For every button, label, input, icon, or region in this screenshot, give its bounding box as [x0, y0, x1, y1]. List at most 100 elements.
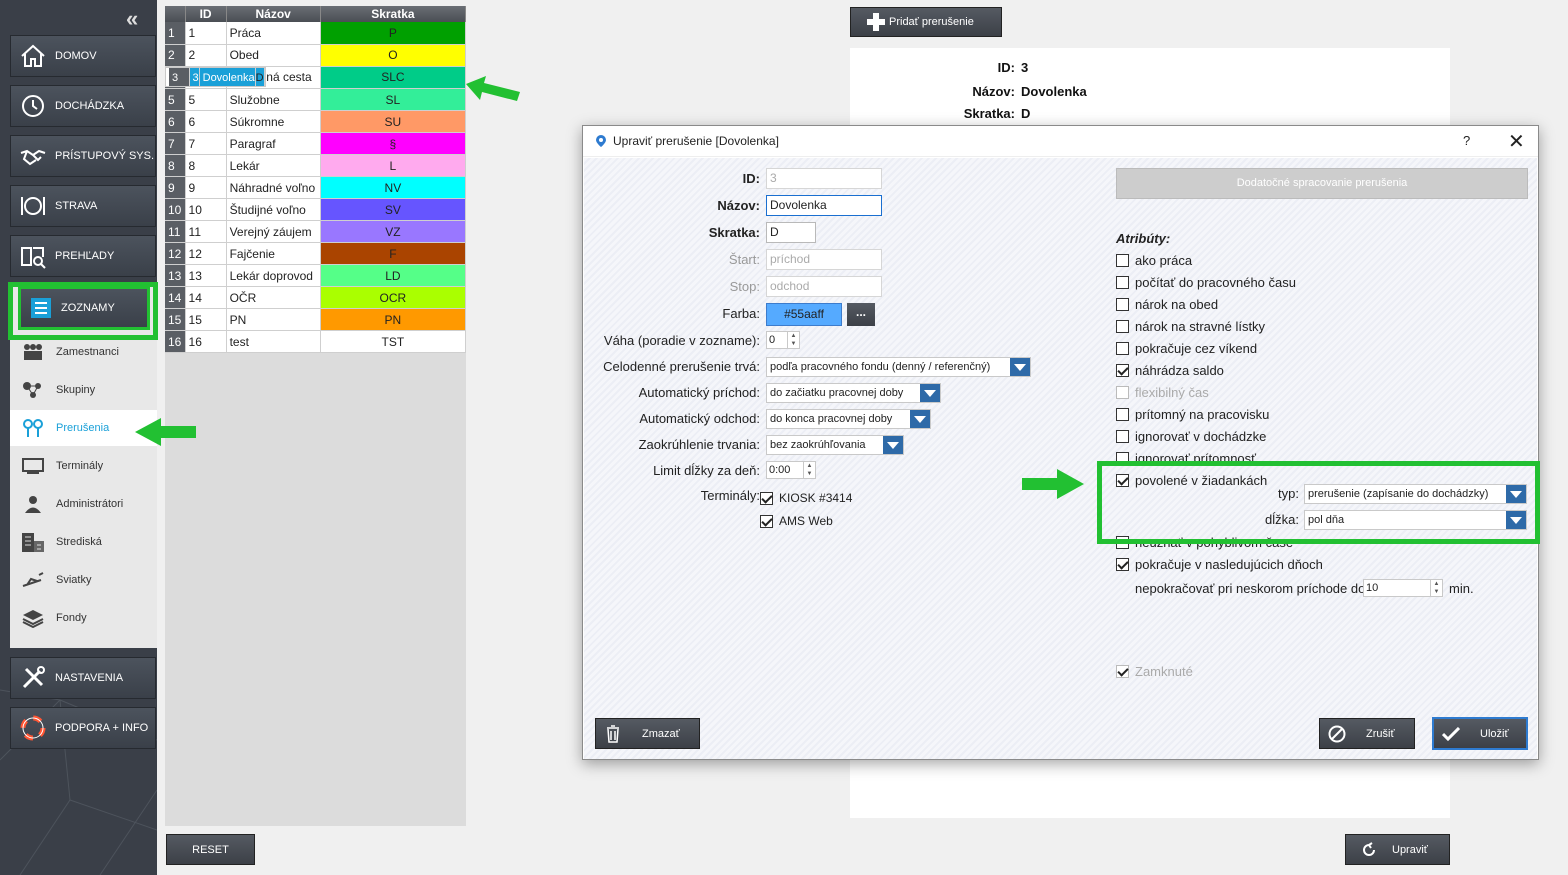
- checkbox-box[interactable]: [760, 491, 773, 505]
- cell-abbr[interactable]: SL: [320, 88, 467, 111]
- cell-abbr[interactable]: L: [320, 154, 467, 177]
- terminal-amsweb-checkbox[interactable]: AMS Web: [760, 514, 833, 528]
- cell-id[interactable]: 8: [185, 154, 227, 177]
- cell-id[interactable]: 1: [185, 22, 227, 45]
- cell-name[interactable]: Lekár doprovod: [226, 264, 321, 287]
- table-row[interactable]: 11 11 Verejný záujem VZ: [165, 220, 467, 243]
- table-row[interactable]: 12 12 Fajčenie F: [165, 242, 467, 265]
- spin-arrows[interactable]: ▲ ▼: [787, 332, 799, 348]
- checkbox-box[interactable]: [1116, 254, 1129, 267]
- checkbox-box[interactable]: [760, 514, 773, 528]
- cell-id[interactable]: 6: [185, 110, 227, 133]
- checkbox-box[interactable]: [1116, 298, 1129, 311]
- table-row[interactable]: 6 6 Súkromne SU: [165, 110, 467, 133]
- cell-abbr[interactable]: P: [320, 22, 467, 45]
- weight-spinner[interactable]: 0 ▲ ▼: [766, 331, 800, 349]
- subnav-sviatky[interactable]: Sviatky: [10, 562, 157, 598]
- subnav-fondy[interactable]: Fondy: [10, 600, 157, 636]
- subnav-terminaly[interactable]: Terminály: [10, 448, 157, 484]
- cell-id[interactable]: 7: [185, 132, 227, 155]
- table-row[interactable]: 8 8 Lekár L: [165, 154, 467, 177]
- cell-name[interactable]: Služobne: [226, 88, 321, 111]
- column-header-name[interactable]: Názov: [226, 6, 321, 22]
- collapse-sidebar-button[interactable]: «: [126, 6, 139, 32]
- cell-id[interactable]: 15: [185, 308, 227, 331]
- cell-id[interactable]: 12: [185, 242, 227, 265]
- nav-strava[interactable]: STRAVA: [10, 185, 156, 227]
- cell-abbr[interactable]: TST: [320, 330, 467, 353]
- cell-name[interactable]: Súkromne: [226, 110, 321, 133]
- cell-name[interactable]: Náhradné voľno: [226, 176, 321, 199]
- subnav-skupiny[interactable]: Skupiny: [10, 372, 157, 408]
- checkbox-box[interactable]: [1116, 430, 1129, 443]
- cell-id[interactable]: 14: [185, 286, 227, 309]
- attr-checkbox[interactable]: pokračuje cez víkend: [1116, 341, 1257, 356]
- noncontinue-spinner[interactable]: 10 ▲ ▼: [1363, 579, 1443, 597]
- cell-abbr[interactable]: SU: [320, 110, 467, 133]
- cell-abbr[interactable]: §: [320, 132, 467, 155]
- attr-checkbox[interactable]: nárok na obed: [1116, 297, 1218, 312]
- checkbox-box[interactable]: [1116, 276, 1129, 289]
- table-row[interactable]: 7 7 Paragraf §: [165, 132, 467, 155]
- chevron-down-icon[interactable]: [910, 410, 930, 428]
- cell-name[interactable]: OČR: [226, 286, 321, 309]
- cell-id[interactable]: 3: [189, 67, 200, 86]
- subnav-administratori[interactable]: Administrátori: [10, 486, 157, 522]
- cell-name[interactable]: Študijné voľno: [226, 198, 321, 221]
- column-header-abbr[interactable]: Skratka: [320, 6, 467, 22]
- cell-abbr[interactable]: LD: [320, 264, 467, 287]
- table-row[interactable]: 14 14 OČR OCR: [165, 286, 467, 309]
- cell-id[interactable]: 10: [185, 198, 227, 221]
- start-field[interactable]: príchod: [766, 249, 882, 270]
- table-row[interactable]: 10 10 Študijné voľno SV: [165, 198, 467, 221]
- nav-pristupovy-sys[interactable]: PRÍSTUPOVÝ SYS.: [10, 135, 156, 177]
- chevron-down-icon[interactable]: [920, 384, 940, 402]
- nav-dochadzka[interactable]: DOCHÁDZKA: [10, 85, 156, 127]
- attr-checkbox[interactable]: počítať do pracovného času: [1116, 275, 1296, 290]
- color-picker-button[interactable]: #55aaff: [766, 303, 842, 326]
- color-more-button[interactable]: ...: [847, 303, 875, 326]
- nav-prehlady[interactable]: PREHĽADY: [10, 235, 156, 277]
- checkbox-box[interactable]: [1116, 558, 1129, 571]
- cell-id[interactable]: 13: [185, 264, 227, 287]
- cell-abbr[interactable]: VZ: [320, 220, 467, 243]
- cell-id[interactable]: 2: [185, 44, 227, 67]
- chevron-down-icon[interactable]: [1010, 358, 1030, 376]
- cell-name[interactable]: Verejný záujem: [226, 220, 321, 243]
- save-button[interactable]: Uložiť: [1432, 717, 1528, 750]
- cell-abbr[interactable]: NV: [320, 176, 467, 199]
- table-row[interactable]: 9 9 Náhradné voľno NV: [165, 176, 467, 199]
- checkbox-box[interactable]: [1116, 320, 1129, 333]
- extra-processing-button[interactable]: Dodatočné spracovanie prerušenia: [1116, 168, 1528, 199]
- close-icon[interactable]: ✕: [1508, 129, 1525, 154]
- table-row[interactable]: 1 1 Práca P: [165, 22, 467, 45]
- cell-name[interactable]: test: [226, 330, 321, 353]
- cell-name[interactable]: Lekár: [226, 154, 321, 177]
- edit-button[interactable]: Upraviť: [1345, 834, 1450, 865]
- help-button[interactable]: ?: [1463, 133, 1470, 148]
- cell-abbr[interactable]: SLC: [320, 66, 467, 89]
- cell-name[interactable]: Obed: [226, 44, 321, 67]
- cell-name[interactable]: Paragraf: [226, 132, 321, 155]
- nav-podpora[interactable]: PODPORA + INFO: [10, 707, 156, 749]
- table-row[interactable]: 2 2 Obed O: [165, 44, 467, 67]
- cell-name[interactable]: Práca: [226, 22, 321, 45]
- cell-name[interactable]: Dovolenka: [199, 67, 256, 86]
- abbr-field[interactable]: D: [766, 222, 816, 243]
- nav-nastavenia[interactable]: NASTAVENIA: [10, 657, 156, 699]
- spin-arrows[interactable]: ▲ ▼: [1430, 580, 1442, 596]
- subnav-strediska[interactable]: Strediská: [10, 524, 157, 560]
- table-row[interactable]: 15 15 PN PN: [165, 308, 467, 331]
- attr-checkbox[interactable]: nárok na stravné lístky: [1116, 319, 1265, 334]
- table-row[interactable]: 5 5 Služobne SL: [165, 88, 467, 111]
- attr-checkbox[interactable]: náhrádza saldo: [1116, 363, 1224, 378]
- table-row[interactable]: 13 13 Lekár doprovod LD: [165, 264, 467, 287]
- attr-checkbox[interactable]: ako práca: [1116, 253, 1192, 268]
- round-select[interactable]: bez zaokrúhľovania: [766, 435, 904, 455]
- chevron-down-icon[interactable]: [883, 436, 903, 454]
- checkbox-box[interactable]: [1116, 364, 1129, 377]
- terminal-kiosk-checkbox[interactable]: KIOSK #3414: [760, 491, 852, 505]
- delete-button[interactable]: Zmazať: [595, 718, 700, 749]
- attr-checkbox-after-1[interactable]: pokračuje v nasledujúcich dňoch: [1116, 557, 1323, 572]
- checkbox-box[interactable]: [1116, 408, 1129, 421]
